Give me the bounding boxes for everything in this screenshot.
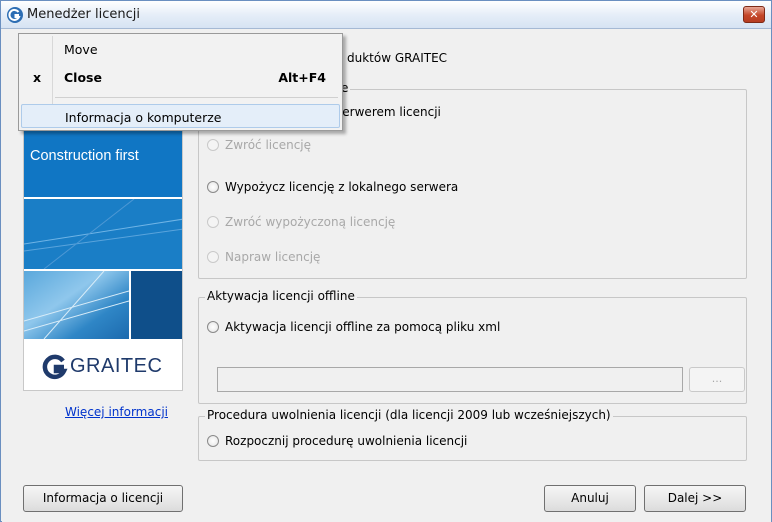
license-info-button[interactable]: Informacja o licencji — [23, 485, 183, 512]
radio-button[interactable] — [207, 321, 219, 333]
radio-button[interactable] — [207, 435, 219, 447]
radio-start-release[interactable]: Rozpocznij procedurę uwolnienia licencji — [207, 434, 467, 448]
radio-repair-license[interactable]: Napraw licencję — [207, 250, 320, 264]
cancel-button[interactable]: Anuluj — [544, 485, 636, 512]
radio-button[interactable] — [207, 181, 219, 193]
radio-return-borrowed-license[interactable]: Zwróć wypożyczoną licencję — [207, 215, 395, 229]
radio-label: Zwróć licencję — [225, 138, 312, 152]
menu-item-move[interactable]: Move — [21, 37, 340, 61]
menu-item-computer-info[interactable]: Informacja o komputerze — [21, 104, 340, 128]
banner-structure-image — [24, 198, 182, 270]
menu-item-label: Informacja o komputerze — [65, 110, 222, 125]
menu-item-label: Close — [64, 70, 102, 85]
window-title: Menedżer licencji — [27, 7, 140, 22]
graitec-logo-text: GRAITEC — [70, 355, 163, 377]
graitec-app-icon[interactable] — [6, 6, 24, 24]
offline-group-legend: Aktywacja licencji offline — [205, 289, 357, 303]
banner-sky-image — [24, 270, 130, 340]
radio-offline-xml[interactable]: Aktywacja licencji offline za pomocą pli… — [207, 320, 500, 334]
graitec-logo: GRAITEC — [24, 341, 182, 390]
radio-label: Aktywacja licencji offline za pomocą pli… — [225, 320, 501, 334]
graitec-logo-icon — [42, 354, 68, 380]
close-mark-icon: x — [33, 70, 42, 85]
radio-label: Wypożycz licencję z lokalnego serwera — [225, 180, 459, 194]
banner-tagline: Construction first — [30, 148, 139, 164]
radio-label: Napraw licencję — [225, 250, 321, 264]
more-info-link[interactable]: Więcej informacji — [65, 405, 168, 419]
radio-borrow-license[interactable]: Wypożycz licencję z lokalnego serwera — [207, 180, 458, 194]
header-text: duktów GRAITEC — [347, 51, 448, 65]
bridge-lines-graphic — [24, 198, 182, 270]
radio-button[interactable] — [207, 139, 219, 151]
menu-item-label: Move — [64, 42, 98, 57]
license-manager-window: Menedżer licencji ✕ duktów GRAITEC Const… — [0, 0, 772, 522]
release-group-legend: Procedura uwolnienia licencji (dla licen… — [205, 408, 613, 422]
radio-return-license[interactable]: Zwróć licencję — [207, 138, 311, 152]
menu-item-close[interactable]: x Close Alt+F4 — [21, 65, 340, 89]
radio-label: Rozpocznij procedurę uwolnienia licencji — [225, 434, 468, 448]
next-button[interactable]: Dalej >> — [644, 485, 746, 512]
radio-button[interactable] — [207, 251, 219, 263]
system-menu: Move x Close Alt+F4 Informacja o kompute… — [18, 33, 343, 131]
radio-button[interactable] — [207, 216, 219, 228]
browse-button[interactable]: ... — [689, 367, 745, 392]
window-close-button[interactable]: ✕ — [743, 6, 765, 23]
title-bar[interactable]: Menedżer licencji ✕ — [1, 1, 771, 29]
structure-graphic — [24, 270, 130, 340]
banner-tagline-panel: Construction first — [24, 120, 182, 197]
radio-label: Zwróć wypożyczoną licencję — [225, 215, 396, 229]
xml-path-field[interactable] — [217, 367, 683, 392]
banner-dark-block — [131, 271, 182, 339]
menu-separator — [55, 97, 338, 98]
menu-item-accelerator: Alt+F4 — [278, 70, 326, 85]
